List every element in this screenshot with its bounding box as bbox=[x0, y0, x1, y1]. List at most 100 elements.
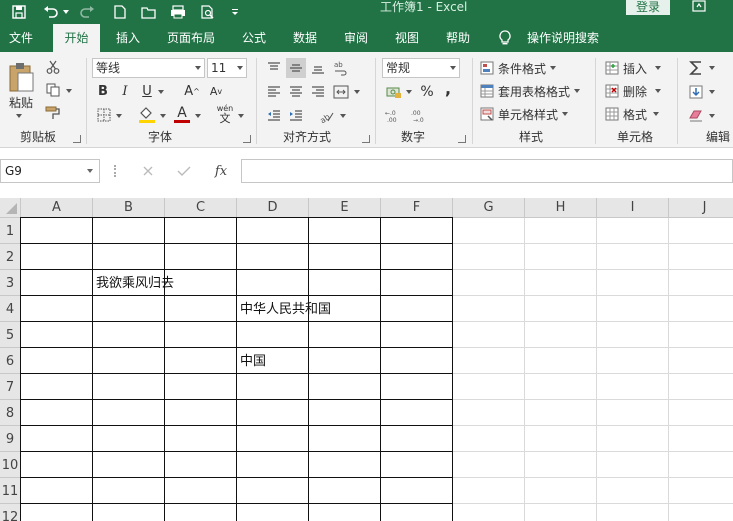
row-header-9[interactable]: 9 bbox=[0, 426, 21, 452]
fill-color-dropdown-icon[interactable] bbox=[160, 114, 166, 118]
row-header-3[interactable]: 3 bbox=[0, 270, 21, 296]
align-left-icon[interactable] bbox=[264, 82, 284, 102]
name-box[interactable]: G9 bbox=[0, 159, 100, 183]
cell-d4[interactable]: 中华人民共和国 bbox=[237, 296, 331, 322]
orientation-icon[interactable]: ab bbox=[316, 106, 338, 126]
align-bottom-icon[interactable] bbox=[308, 58, 328, 78]
underline-button[interactable]: U bbox=[139, 82, 155, 100]
lightbulb-icon[interactable] bbox=[498, 30, 512, 46]
column-header-h[interactable]: H bbox=[525, 198, 597, 218]
tab-insert[interactable]: 插入 bbox=[106, 24, 150, 52]
merge-dropdown-icon[interactable] bbox=[354, 90, 360, 94]
accounting-dropdown-icon[interactable] bbox=[406, 90, 412, 94]
fill-color-icon[interactable] bbox=[137, 104, 157, 124]
align-middle-icon[interactable] bbox=[286, 58, 306, 78]
column-header-g[interactable]: G bbox=[453, 198, 525, 218]
increase-decimal-icon[interactable]: ←.0.00 bbox=[384, 106, 404, 126]
conditional-formatting-button[interactable]: 条件格式 bbox=[480, 59, 557, 77]
paste-dropdown-icon[interactable] bbox=[16, 114, 22, 118]
number-launcher-icon[interactable] bbox=[458, 135, 466, 143]
column-header-i[interactable]: I bbox=[597, 198, 669, 218]
decrease-decimal-icon[interactable]: .00 →.0 bbox=[410, 106, 430, 126]
font-color-dropdown-icon[interactable] bbox=[195, 114, 201, 118]
decrease-indent-icon[interactable] bbox=[264, 106, 284, 126]
cell-d6[interactable]: 中国 bbox=[237, 348, 266, 374]
align-center-icon[interactable] bbox=[286, 82, 306, 102]
underline-dropdown-icon[interactable] bbox=[158, 90, 164, 94]
cell-b3[interactable]: 我欲乘风归去 bbox=[93, 270, 174, 296]
insert-cells-button[interactable]: 插入 bbox=[605, 59, 662, 77]
tab-page-layout[interactable]: 页面布局 bbox=[160, 24, 222, 52]
column-header-e[interactable]: E bbox=[309, 198, 381, 218]
select-all-corner[interactable] bbox=[0, 198, 21, 218]
fill-dropdown-icon[interactable] bbox=[709, 90, 715, 94]
tab-help[interactable]: 帮助 bbox=[436, 24, 480, 52]
tab-home[interactable]: 开始 bbox=[53, 24, 100, 52]
cell-styles-button[interactable]: 单元格样式 bbox=[480, 105, 569, 123]
percent-style-button[interactable]: % bbox=[418, 82, 436, 102]
increase-indent-icon[interactable] bbox=[286, 106, 306, 126]
font-name-combo[interactable]: 等线 bbox=[92, 58, 205, 78]
login-button[interactable]: 登录 bbox=[626, 0, 670, 15]
format-as-table-button[interactable]: 套用表格格式 bbox=[480, 82, 581, 100]
print-icon[interactable] bbox=[199, 0, 217, 24]
borders-dropdown-icon[interactable] bbox=[116, 114, 122, 118]
tell-me-search[interactable]: 操作说明搜索 bbox=[520, 24, 606, 52]
decrease-font-size-button[interactable]: Av bbox=[207, 82, 225, 100]
bold-button[interactable]: B bbox=[95, 82, 111, 100]
number-format-dropdown-icon[interactable] bbox=[450, 66, 456, 70]
fill-icon[interactable] bbox=[686, 82, 706, 102]
open-folder-icon[interactable] bbox=[140, 0, 158, 24]
phonetic-dropdown-icon[interactable] bbox=[238, 114, 244, 118]
worksheet-grid[interactable]: A B C D E F G H I J 1 2 3 4 5 6 7 8 9 10 11 12 我欲乘风归去 中华人民共和国 中国 bbox=[0, 198, 733, 521]
align-top-icon[interactable] bbox=[264, 58, 284, 78]
cancel-entry-icon[interactable] bbox=[138, 161, 158, 181]
tab-data[interactable]: 数据 bbox=[283, 24, 327, 52]
italic-button[interactable]: I bbox=[117, 82, 133, 100]
borders-icon[interactable] bbox=[95, 106, 113, 124]
font-name-dropdown-icon[interactable] bbox=[195, 66, 201, 70]
print-preview-icon[interactable] bbox=[169, 0, 187, 24]
row-header-4[interactable]: 4 bbox=[0, 296, 21, 322]
redo-icon[interactable] bbox=[76, 0, 98, 24]
font-size-combo[interactable]: 11 bbox=[207, 58, 247, 78]
column-header-b[interactable]: B bbox=[93, 198, 165, 218]
increase-font-size-button[interactable]: A ^ bbox=[183, 82, 201, 100]
merge-center-icon[interactable] bbox=[331, 82, 351, 102]
column-header-f[interactable]: F bbox=[381, 198, 453, 218]
column-header-j[interactable]: J bbox=[669, 198, 733, 218]
clear-dropdown-icon[interactable] bbox=[709, 114, 715, 118]
ribbon-display-options-icon[interactable] bbox=[692, 0, 712, 14]
align-right-icon[interactable] bbox=[308, 82, 328, 102]
phonetic-guide-button[interactable]: wén 文 bbox=[214, 104, 236, 124]
alignment-launcher-icon[interactable] bbox=[362, 135, 370, 143]
row-header-8[interactable]: 8 bbox=[0, 400, 21, 426]
cut-icon[interactable] bbox=[44, 58, 62, 76]
confirm-entry-icon[interactable] bbox=[174, 161, 194, 181]
autosum-dropdown-icon[interactable] bbox=[709, 66, 715, 70]
clear-icon[interactable] bbox=[686, 106, 706, 126]
formula-bar-grip[interactable] bbox=[114, 165, 116, 177]
font-size-dropdown-icon[interactable] bbox=[237, 66, 243, 70]
insert-function-button[interactable]: fx bbox=[210, 161, 232, 181]
row-header-1[interactable]: 1 bbox=[0, 218, 21, 244]
font-launcher-icon[interactable] bbox=[243, 135, 251, 143]
undo-dropdown-icon[interactable] bbox=[62, 0, 70, 24]
formula-input[interactable] bbox=[241, 159, 733, 183]
new-file-icon[interactable] bbox=[112, 0, 128, 24]
paste-button-label[interactable]: 粘贴 bbox=[9, 94, 33, 111]
orientation-dropdown-icon[interactable] bbox=[340, 114, 346, 118]
comma-style-button[interactable]: , bbox=[442, 78, 454, 98]
accounting-format-icon[interactable] bbox=[384, 82, 404, 102]
tab-formulas[interactable]: 公式 bbox=[232, 24, 276, 52]
row-header-7[interactable]: 7 bbox=[0, 374, 21, 400]
column-header-d[interactable]: D bbox=[237, 198, 309, 218]
name-box-dropdown-icon[interactable] bbox=[87, 169, 93, 173]
row-header-10[interactable]: 10 bbox=[0, 452, 21, 478]
font-color-button[interactable]: A bbox=[172, 104, 192, 124]
row-header-5[interactable]: 5 bbox=[0, 322, 21, 348]
copy-dropdown-icon[interactable] bbox=[66, 89, 72, 93]
autosum-icon[interactable] bbox=[686, 58, 706, 78]
clipboard-launcher-icon[interactable] bbox=[73, 135, 81, 143]
number-format-combo[interactable]: 常规 bbox=[382, 58, 460, 78]
